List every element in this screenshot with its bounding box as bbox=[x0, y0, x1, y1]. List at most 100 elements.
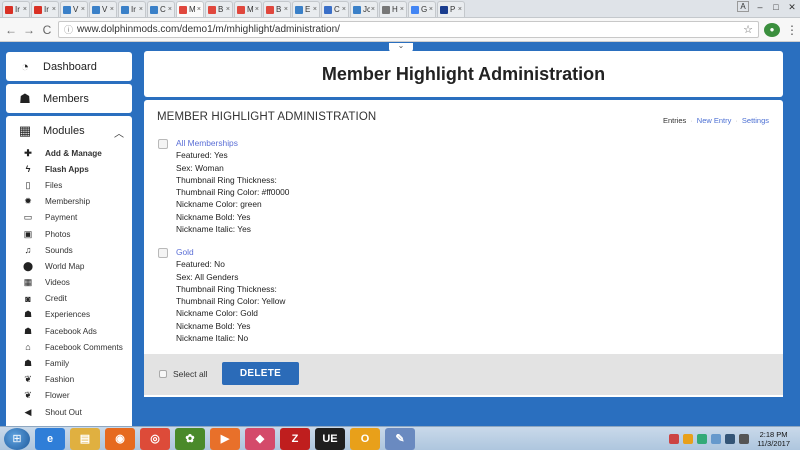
close-tab-icon[interactable]: × bbox=[110, 6, 114, 13]
close-tab-icon[interactable]: × bbox=[371, 6, 375, 13]
internet-explorer-icon[interactable]: e bbox=[35, 427, 65, 450]
close-tab-icon[interactable]: × bbox=[458, 6, 462, 13]
browser-tab[interactable]: M × bbox=[176, 1, 204, 17]
browser-tab[interactable]: Jc× bbox=[350, 1, 378, 17]
network-icon[interactable] bbox=[725, 434, 736, 444]
sidebar-module-item[interactable]: ☗ Family bbox=[6, 355, 132, 371]
sidebar-module-item[interactable]: ✚ Add & Manage bbox=[6, 145, 132, 161]
minimize-button[interactable]: – bbox=[752, 0, 768, 14]
entry-title-link[interactable]: Gold bbox=[176, 246, 285, 258]
bookmark-star-icon[interactable]: ☆ bbox=[743, 23, 753, 36]
close-tab-icon[interactable]: × bbox=[400, 6, 404, 13]
close-tab-icon[interactable]: × bbox=[313, 6, 317, 13]
sidebar-module-item[interactable]: ▣ Photos bbox=[6, 226, 132, 242]
sidebar-module-item[interactable]: ♫ Sounds bbox=[6, 242, 132, 258]
browser-tab[interactable]: Ir × bbox=[118, 1, 146, 17]
bullhorn-icon: ◀ bbox=[24, 406, 32, 417]
browser-tab[interactable]: V × bbox=[89, 1, 117, 17]
chevron-up-icon[interactable]: ︿ bbox=[114, 125, 124, 140]
chrome-icon[interactable]: ◎ bbox=[140, 427, 170, 450]
maximize-button[interactable]: □ bbox=[768, 0, 784, 14]
frog-app-icon[interactable]: ✿ bbox=[175, 427, 205, 450]
sidebar-module-item[interactable]: ϟ Flash Apps bbox=[6, 161, 132, 177]
tray-app-icon[interactable] bbox=[697, 434, 708, 444]
sidebar-module-item[interactable]: ⌂ Facebook Comments bbox=[6, 339, 132, 355]
sidebar-module-item[interactable]: ▦ Videos bbox=[6, 275, 132, 291]
profile-button[interactable]: A bbox=[737, 1, 749, 12]
tray-app-icon[interactable] bbox=[711, 434, 722, 444]
page-info-icon[interactable]: ⓘ bbox=[64, 23, 73, 36]
filezilla-icon[interactable]: Z bbox=[280, 427, 310, 450]
ue-editor-icon[interactable]: UE bbox=[315, 427, 345, 450]
sidebar-module-item[interactable]: ✹ Membership bbox=[6, 194, 132, 210]
file-explorer-icon[interactable]: ▤ bbox=[70, 427, 100, 450]
sidebar-module-item[interactable]: ☗ Facebook Ads bbox=[6, 323, 132, 339]
close-tab-icon[interactable]: × bbox=[284, 6, 288, 13]
sidebar-module-item[interactable]: ❦ Flower bbox=[6, 388, 132, 404]
sidebar-module-item[interactable]: ⬤ World Map bbox=[6, 258, 132, 274]
sidebar-item-members[interactable]: ☗ Members bbox=[6, 84, 132, 113]
close-tab-icon[interactable]: × bbox=[197, 6, 201, 13]
sidebar-module-item[interactable]: ❦ Fashion bbox=[6, 372, 132, 388]
forward-button[interactable]: → bbox=[22, 23, 36, 37]
start-button[interactable]: ⊞ bbox=[4, 427, 30, 450]
entry-checkbox[interactable] bbox=[158, 248, 168, 258]
sidebar-item-dashboard[interactable]: ◔ Dashboard bbox=[6, 52, 132, 81]
tray-app-icon[interactable] bbox=[669, 434, 680, 444]
tab-favicon-icon bbox=[237, 5, 245, 14]
select-all-control[interactable]: Select all bbox=[159, 369, 208, 379]
sidebar-module-item[interactable]: ◀ Shout Out bbox=[6, 404, 132, 420]
close-tab-icon[interactable]: × bbox=[52, 6, 56, 13]
tray-app-icon[interactable] bbox=[683, 434, 694, 444]
browser-tab[interactable]: P × bbox=[437, 1, 465, 17]
browser-tab[interactable]: M × bbox=[234, 1, 262, 17]
volume-icon[interactable] bbox=[739, 434, 750, 444]
clock-time: 2:18 PM bbox=[759, 430, 788, 439]
close-tab-icon[interactable]: × bbox=[255, 6, 259, 13]
media-player-icon[interactable]: ▶ bbox=[210, 427, 240, 450]
browser-tab[interactable]: Ir × bbox=[2, 1, 30, 17]
back-button[interactable]: ← bbox=[4, 23, 18, 37]
entry-checkbox[interactable] bbox=[158, 139, 168, 149]
close-tab-icon[interactable]: × bbox=[168, 6, 172, 13]
sidebar-module-item[interactable]: ◙ Credit bbox=[6, 291, 132, 307]
browser-tab[interactable]: E × bbox=[292, 1, 320, 17]
close-window-button[interactable]: ✕ bbox=[784, 0, 800, 14]
sidebar-module-item[interactable]: ☗ Experiences bbox=[6, 307, 132, 323]
entry-title-link[interactable]: All Memberships bbox=[176, 137, 289, 149]
outlook-icon[interactable]: O bbox=[350, 427, 380, 450]
browser-tab[interactable]: V × bbox=[60, 1, 88, 17]
sidebar-item-modules[interactable]: ▦ Modules ︿ bbox=[6, 116, 132, 145]
browser-menu-icon[interactable]: ⋮ bbox=[786, 23, 798, 37]
entries-link[interactable]: Entries bbox=[663, 116, 686, 125]
eraser-app-icon[interactable]: ◆ bbox=[245, 427, 275, 450]
close-tab-icon[interactable]: × bbox=[226, 6, 230, 13]
settings-link[interactable]: Settings bbox=[742, 116, 769, 125]
browser-tab[interactable]: C × bbox=[147, 1, 175, 17]
browser-tab[interactable]: B × bbox=[263, 1, 291, 17]
extension-icon[interactable]: ● bbox=[764, 22, 780, 37]
browser-tab[interactable]: B × bbox=[205, 1, 233, 17]
url-text[interactable]: www.dolphinmods.com/demo1/m/mhighlight/a… bbox=[77, 24, 743, 35]
paint-icon[interactable]: ✎ bbox=[385, 427, 415, 450]
browser-tab[interactable]: H × bbox=[379, 1, 407, 17]
select-all-checkbox[interactable] bbox=[159, 370, 167, 378]
tab-title: M bbox=[189, 5, 196, 14]
new-entry-link[interactable]: New Entry bbox=[697, 116, 732, 125]
browser-tab[interactable]: C × bbox=[321, 1, 349, 17]
address-bar[interactable]: ⓘ www.dolphinmods.com/demo1/m/mhighlight… bbox=[58, 21, 759, 38]
close-tab-icon[interactable]: × bbox=[139, 6, 143, 13]
close-tab-icon[interactable]: × bbox=[342, 6, 346, 13]
sidebar-item-label: Members bbox=[43, 92, 89, 105]
sidebar-module-item[interactable]: ▭ Payment bbox=[6, 210, 132, 226]
browser-tab[interactable]: Ir × bbox=[31, 1, 59, 17]
browser-tab[interactable]: G × bbox=[408, 1, 436, 17]
sidebar-module-item[interactable]: ▯ Files bbox=[6, 177, 132, 193]
clock[interactable]: 2:18 PM 11/3/2017 bbox=[757, 430, 790, 448]
close-tab-icon[interactable]: × bbox=[81, 6, 85, 13]
close-tab-icon[interactable]: × bbox=[429, 6, 433, 13]
delete-button[interactable]: DELETE bbox=[222, 362, 299, 385]
firefox-icon[interactable]: ◉ bbox=[105, 427, 135, 450]
close-tab-icon[interactable]: × bbox=[23, 6, 27, 13]
reload-button[interactable]: C bbox=[40, 23, 54, 37]
